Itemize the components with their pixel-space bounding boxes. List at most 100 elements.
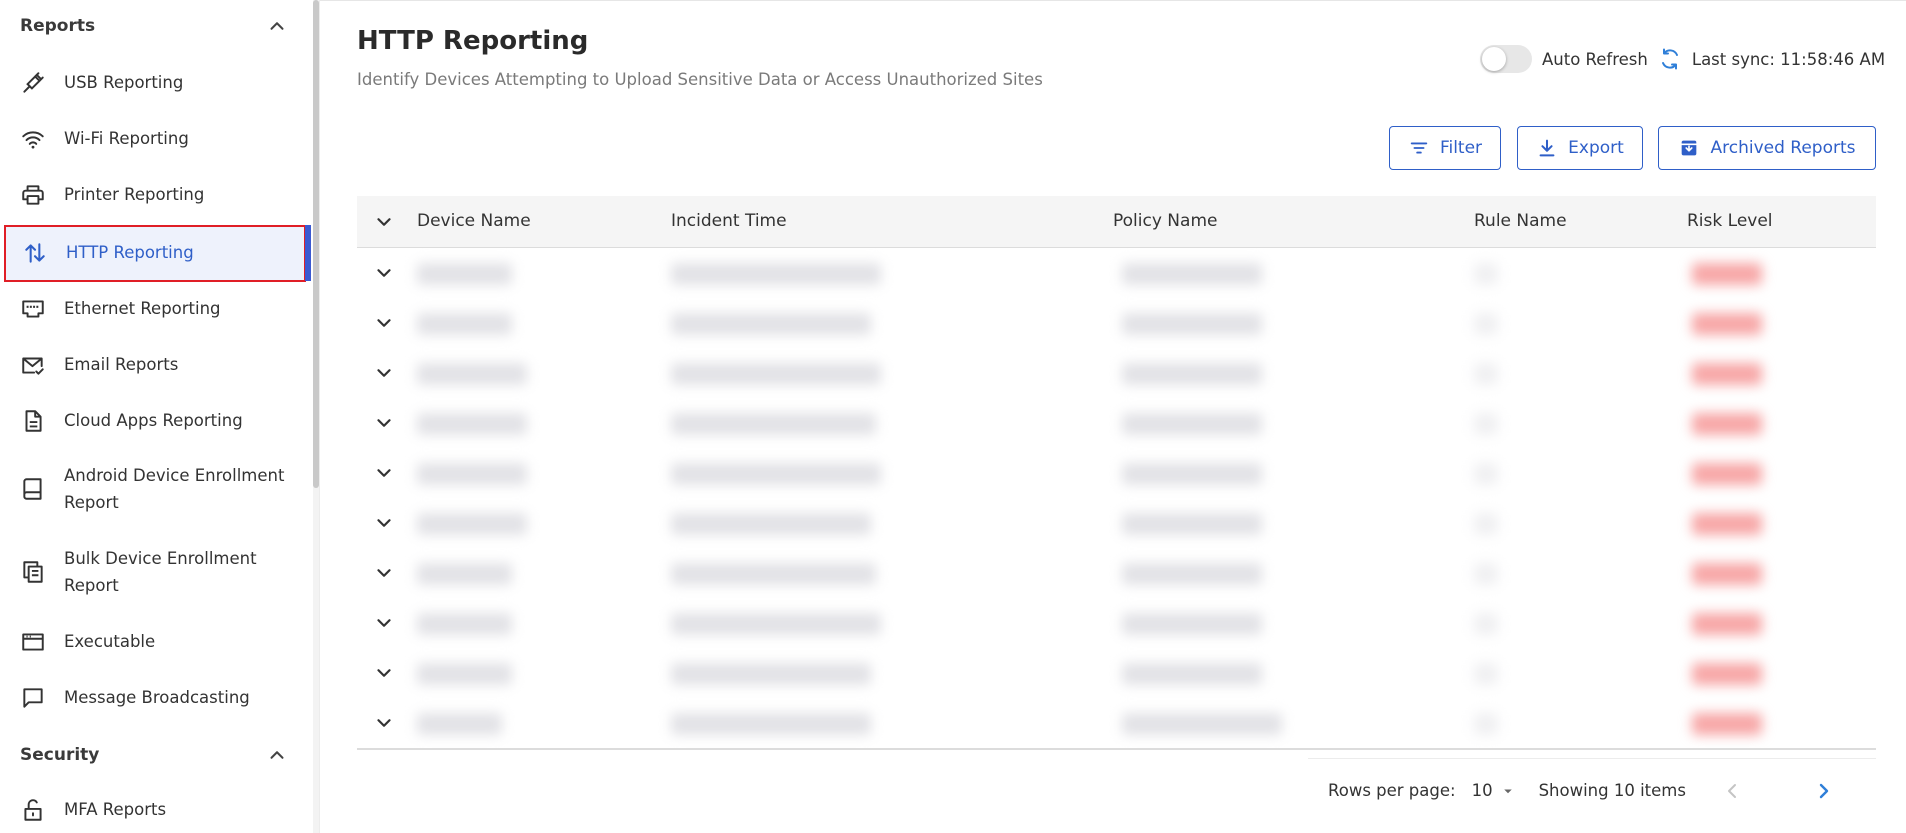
next-page-icon[interactable]: [1812, 779, 1836, 803]
sidebar-item-label: Executable: [64, 632, 156, 651]
cell-policy-name-redacted: [1122, 363, 1262, 385]
table-row[interactable]: [357, 449, 1876, 499]
sidebar-item-cloud-apps-reporting[interactable]: Cloud Apps Reporting: [4, 407, 306, 434]
cell-risk-level-redacted: [1692, 263, 1762, 285]
cell-rule-name-redacted: [1474, 663, 1498, 685]
auto-refresh-label: Auto Refresh: [1542, 49, 1648, 69]
previous-page-icon[interactable]: [1720, 779, 1744, 803]
mail-check-icon: [22, 357, 44, 375]
page-title: HTTP Reporting: [357, 26, 589, 56]
table-row[interactable]: [357, 549, 1876, 599]
sidebar-item-label: Printer Reporting: [64, 185, 205, 204]
sidebar-item-bulk-enrollment[interactable]: Bulk Device Enrollment Report: [4, 545, 306, 599]
section-security-header[interactable]: Security: [0, 740, 300, 770]
rows-per-page-select[interactable]: 10: [1472, 781, 1517, 800]
table-row[interactable]: [357, 599, 1876, 649]
cell-device-name-redacted: [417, 613, 512, 635]
table-row[interactable]: [357, 399, 1876, 449]
table-row[interactable]: [357, 349, 1876, 399]
sidebar-item-email-reports[interactable]: Email Reports: [4, 351, 306, 378]
filter-button-label: Filter: [1439, 138, 1483, 158]
cell-incident-time-redacted: [671, 263, 881, 285]
showing-items-text: Showing 10 items: [1538, 781, 1686, 800]
cell-incident-time-redacted: [671, 613, 881, 635]
sidebar-item-executable[interactable]: Executable: [4, 628, 306, 655]
wifi-icon: [22, 131, 44, 149]
sidebar-item-usb-reporting[interactable]: USB Reporting: [4, 69, 306, 96]
cell-device-name-redacted: [417, 413, 527, 435]
sidebar-item-mfa-reports[interactable]: MFA Reports: [4, 796, 306, 823]
column-header-policy-name[interactable]: Policy Name: [1113, 211, 1217, 231]
cell-rule-name-redacted: [1474, 563, 1498, 585]
expand-row-chevron-icon[interactable]: [373, 412, 395, 434]
sidebar-item-message-broadcasting[interactable]: Message Broadcasting: [4, 684, 306, 711]
filter-icon: [1410, 142, 1428, 154]
section-reports-header[interactable]: Reports: [0, 11, 300, 41]
expand-row-chevron-icon[interactable]: [373, 612, 395, 634]
browser-window-icon: [22, 633, 44, 651]
cell-policy-name-redacted: [1122, 263, 1262, 285]
expand-row-chevron-icon[interactable]: [373, 562, 395, 584]
expand-row-chevron-icon[interactable]: [373, 312, 395, 334]
cell-incident-time-redacted: [671, 713, 871, 735]
cell-policy-name-redacted: [1122, 563, 1262, 585]
sidebar-item-label: Cloud Apps Reporting: [64, 411, 243, 430]
expand-row-chevron-icon[interactable]: [373, 662, 395, 684]
cell-rule-name-redacted: [1474, 613, 1498, 635]
section-title: Reports: [20, 16, 96, 36]
cell-risk-level-redacted: [1692, 513, 1762, 535]
expand-row-chevron-icon[interactable]: [373, 712, 395, 734]
expand-all-chevron-icon[interactable]: [373, 211, 395, 233]
sidebar: Reports USB Reporting Wi-Fi Reporting Pr…: [0, 0, 320, 833]
auto-refresh-toggle[interactable]: [1480, 45, 1532, 73]
lock-icon: [24, 799, 42, 821]
table-row[interactable]: [357, 249, 1876, 299]
cell-risk-level-redacted: [1692, 663, 1762, 685]
sidebar-item-http-reporting[interactable]: HTTP Reporting: [4, 225, 306, 282]
usb-icon: [23, 72, 44, 93]
cell-rule-name-redacted: [1474, 513, 1498, 535]
cell-risk-level-redacted: [1692, 313, 1762, 335]
expand-row-chevron-icon[interactable]: [373, 362, 395, 384]
cell-risk-level-redacted: [1692, 463, 1762, 485]
cell-rule-name-redacted: [1474, 463, 1498, 485]
table-row[interactable]: [357, 699, 1876, 749]
cell-policy-name-redacted: [1122, 513, 1262, 535]
cell-device-name-redacted: [417, 563, 512, 585]
expand-row-chevron-icon[interactable]: [373, 512, 395, 534]
toggle-knob: [1482, 47, 1506, 71]
archived-reports-button[interactable]: Archived Reports: [1658, 126, 1876, 170]
table-header: Device Name Incident Time Policy Name Ru…: [357, 196, 1876, 248]
cell-incident-time-redacted: [671, 663, 871, 685]
cell-policy-name-redacted: [1122, 313, 1262, 335]
column-header-rule-name[interactable]: Rule Name: [1474, 211, 1567, 231]
table-row[interactable]: [357, 499, 1876, 549]
sidebar-item-ethernet-reporting[interactable]: Ethernet Reporting: [4, 295, 306, 322]
cell-rule-name-redacted: [1474, 263, 1498, 285]
caret-down-icon: [1503, 789, 1512, 793]
sidebar-item-printer-reporting[interactable]: Printer Reporting: [4, 181, 306, 208]
rows-per-page-value: 10: [1471, 781, 1493, 800]
sidebar-scrollbar-thumb[interactable]: [313, 0, 319, 488]
table-row[interactable]: [357, 299, 1876, 349]
chevron-up-icon[interactable]: [266, 15, 288, 37]
export-button[interactable]: Export: [1517, 126, 1643, 170]
column-header-risk-level[interactable]: Risk Level: [1687, 211, 1773, 231]
sidebar-item-android-enrollment[interactable]: Android Device Enrollment Report: [4, 462, 306, 516]
archived-reports-label: Archived Reports: [1710, 138, 1856, 158]
cell-incident-time-redacted: [671, 313, 871, 335]
expand-row-chevron-icon[interactable]: [373, 462, 395, 484]
column-header-device-name[interactable]: Device Name: [417, 211, 531, 231]
sync-icon[interactable]: [1658, 47, 1682, 71]
sidebar-item-wifi-reporting[interactable]: Wi-Fi Reporting: [4, 125, 306, 152]
sidebar-item-label: HTTP Reporting: [66, 243, 194, 262]
sidebar-item-label: Bulk Device Enrollment Report: [64, 549, 257, 595]
arrows-up-down-icon: [25, 243, 45, 263]
table-row[interactable]: [357, 649, 1876, 699]
expand-row-chevron-icon[interactable]: [373, 262, 395, 284]
cell-incident-time-redacted: [671, 363, 881, 385]
chevron-up-icon[interactable]: [266, 744, 288, 766]
active-item-indicator: [305, 225, 311, 281]
filter-button[interactable]: Filter: [1389, 126, 1501, 170]
column-header-incident-time[interactable]: Incident Time: [671, 211, 787, 231]
